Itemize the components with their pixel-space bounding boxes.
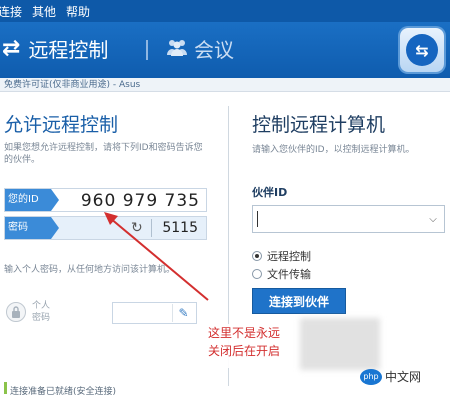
watermark: php 中文网 — [360, 368, 421, 385]
annotation-line2: 关闭后在开启 — [208, 344, 281, 358]
blur-overlay — [300, 318, 380, 370]
annotation-note: 这里不是永远 关闭后在开启 — [204, 324, 304, 368]
watermark-text: 中文网 — [385, 370, 422, 384]
php-badge-icon: php — [360, 368, 382, 385]
annotation-line1: 这里不是永远 — [208, 326, 281, 340]
